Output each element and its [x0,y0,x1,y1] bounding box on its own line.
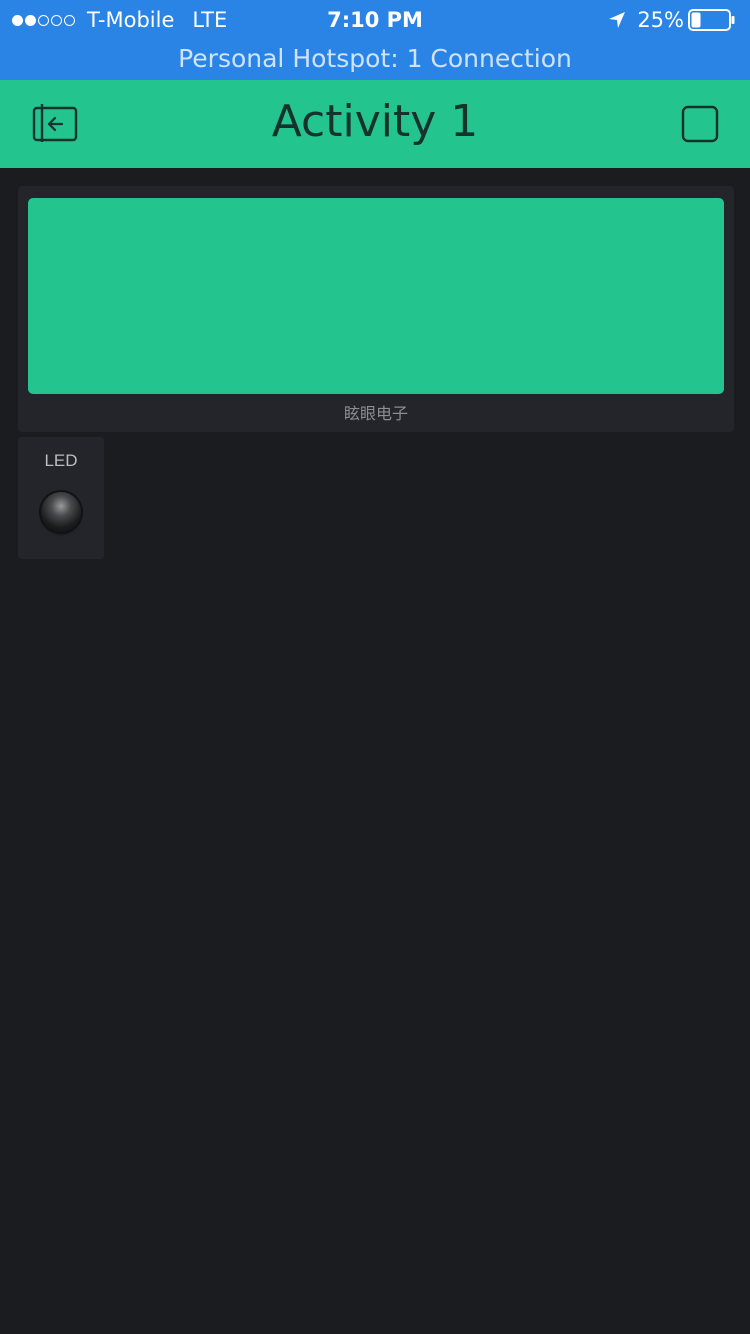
led-widget[interactable]: LED [18,437,104,559]
exit-project-button[interactable] [28,98,82,148]
app-header: Activity 1 [0,80,750,168]
stop-button[interactable] [676,100,724,148]
battery-percent: 25% [637,8,684,32]
page-title: Activity 1 [271,96,479,147]
display-screen [28,198,724,394]
led-indicator [41,492,81,532]
status-bar: T-Mobile LTE 7:10 PM 25% [0,0,750,40]
carrier-name: T-Mobile [87,8,175,32]
hotspot-banner[interactable]: Personal Hotspot: 1 Connection [0,40,750,80]
exit-project-icon [32,104,78,142]
battery-icon [688,9,735,31]
battery-level-fill [691,12,701,28]
display-widget-label: 眩眼电子 [343,406,408,423]
signal-strength-icon [12,14,77,26]
network-type: LTE [192,8,228,32]
status-right: 25% [607,0,736,40]
location-arrow-icon [609,12,626,28]
status-left: T-Mobile LTE [12,0,227,40]
stop-square-icon [681,105,719,143]
display-widget[interactable]: 眩眼电子 [18,186,734,432]
led-widget-label: LED [44,451,78,470]
